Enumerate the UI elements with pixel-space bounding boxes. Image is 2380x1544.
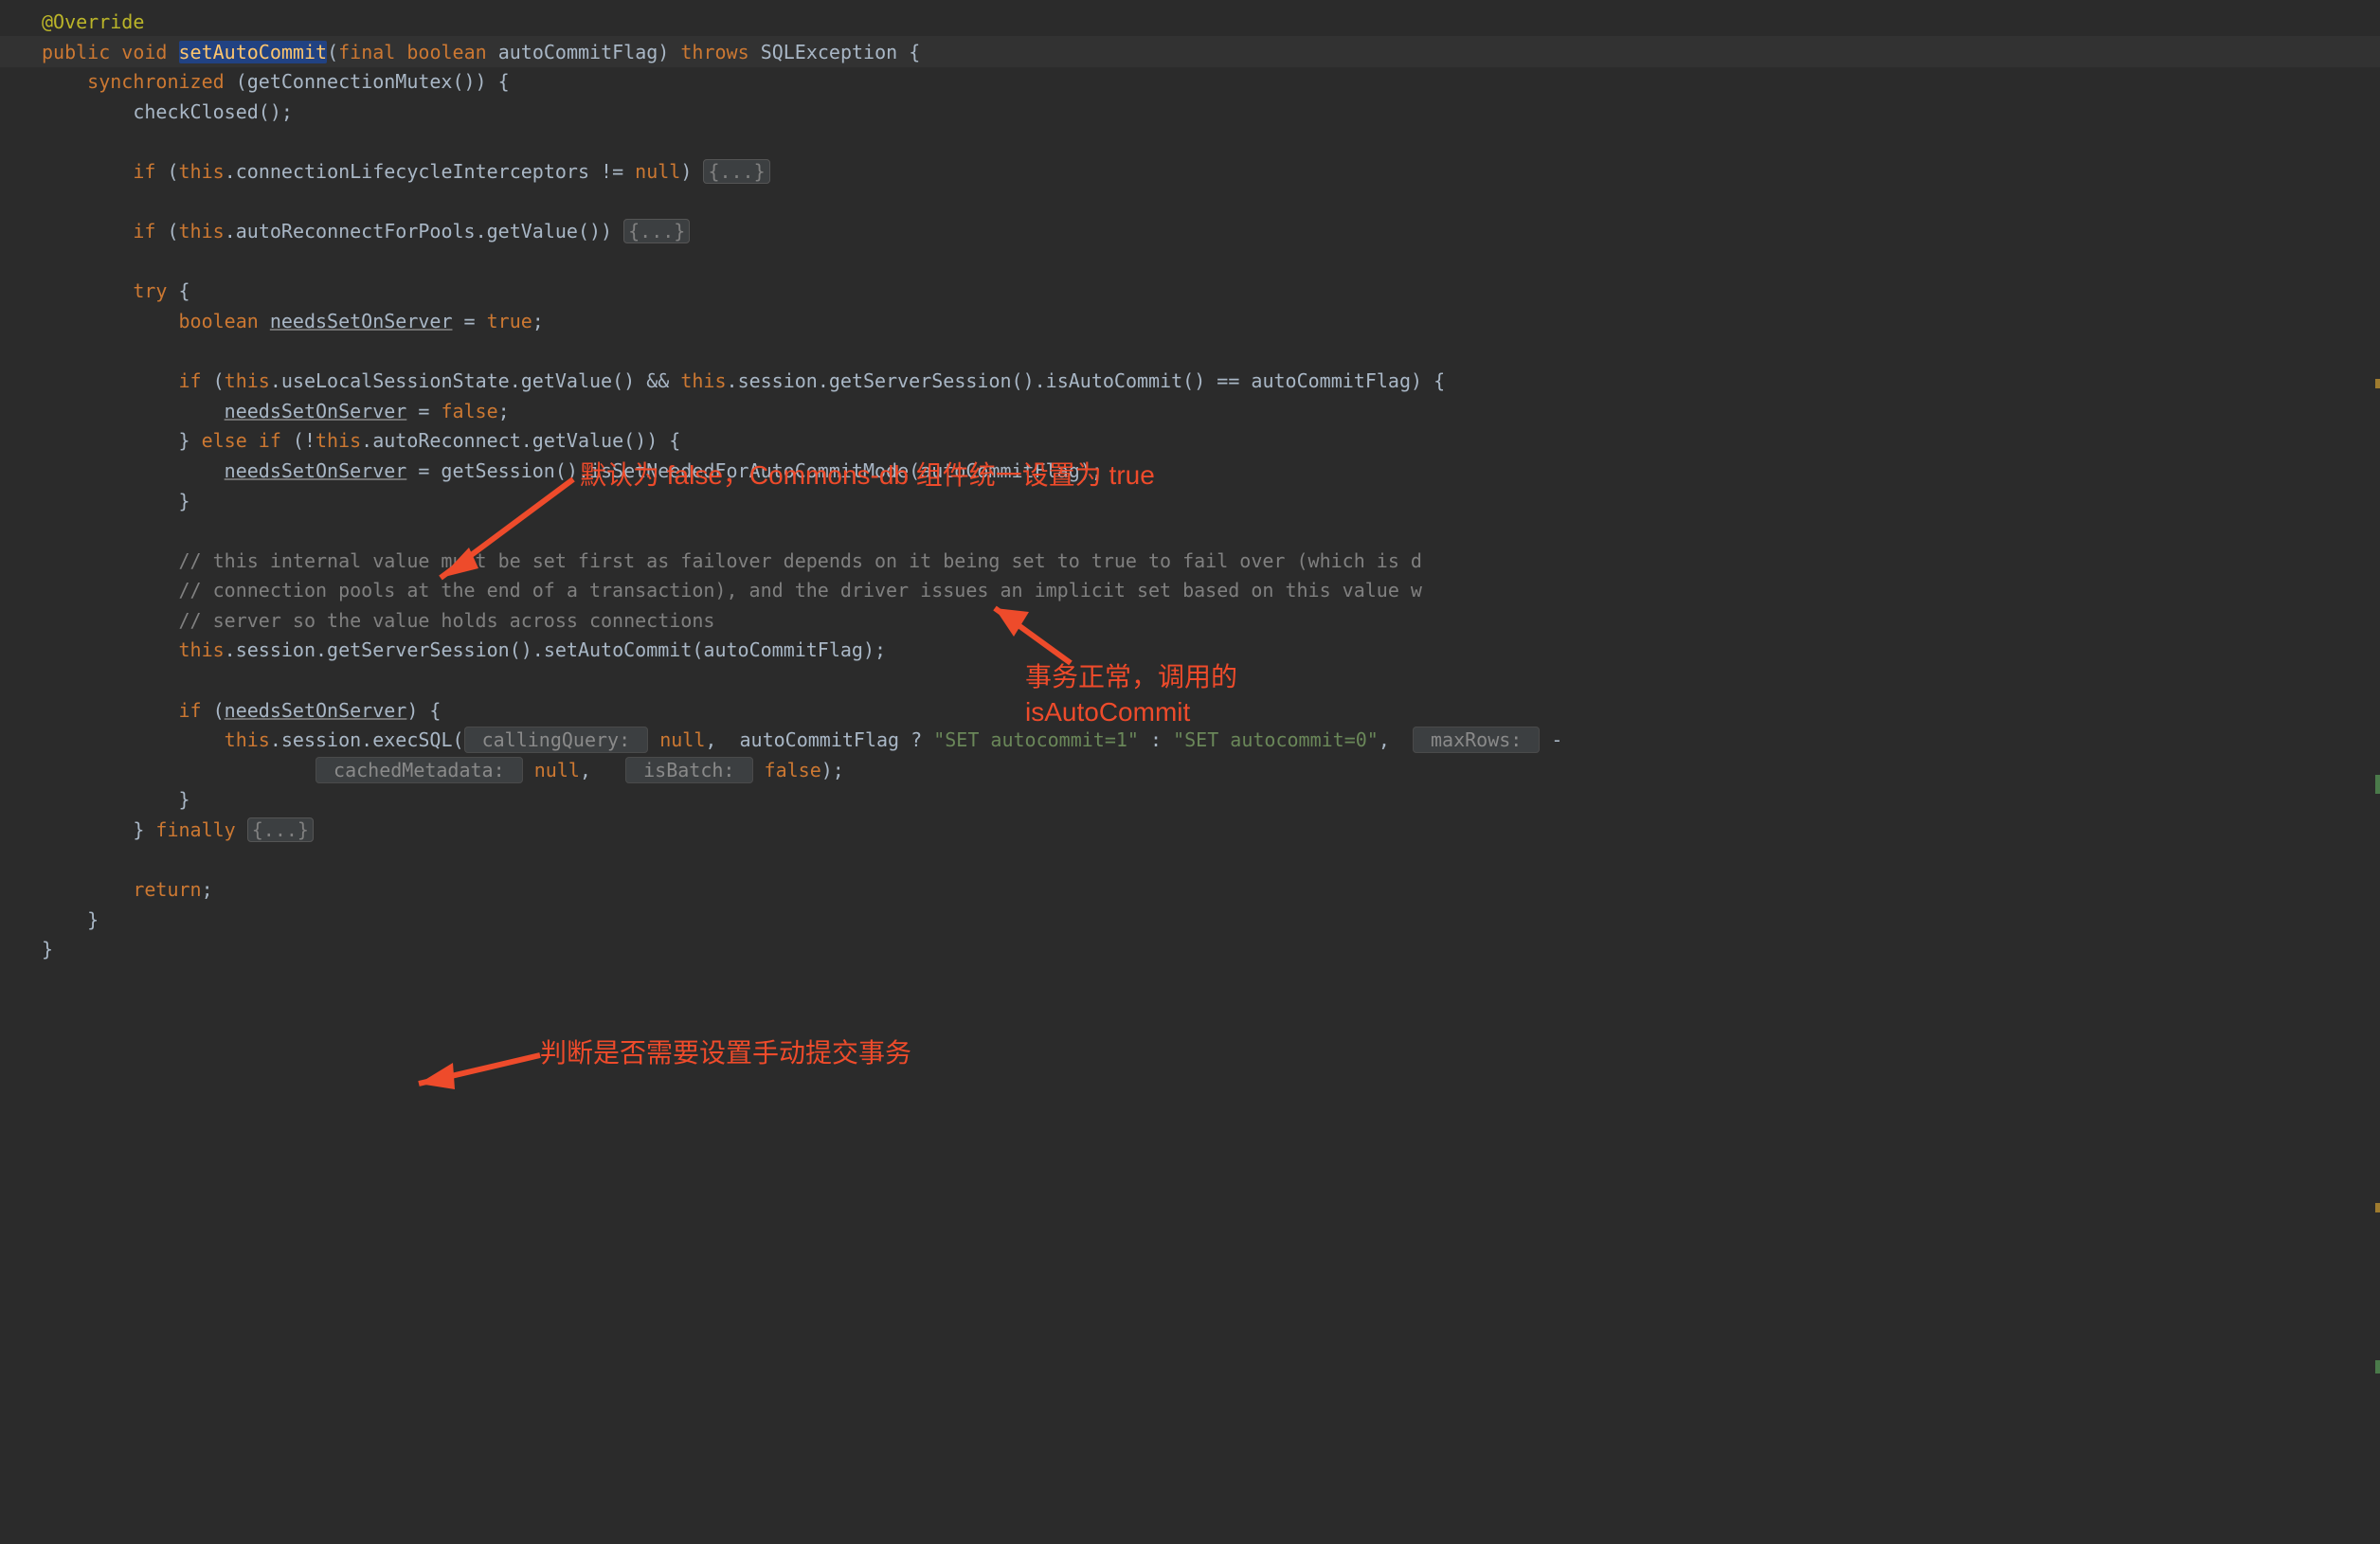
gutter-mark-ok[interactable] bbox=[2375, 1360, 2380, 1373]
comment: // this internal value must be set first… bbox=[42, 549, 1422, 572]
scrollbar-gutter[interactable] bbox=[2371, 0, 2380, 1544]
arrow-icon bbox=[422, 474, 602, 597]
gutter-mark-warning[interactable] bbox=[2375, 379, 2380, 388]
kw-synchronized: synchronized bbox=[42, 70, 225, 93]
code-editor[interactable]: @Override public void setAutoCommit(fina… bbox=[0, 0, 2380, 1544]
fold-region[interactable]: {...} bbox=[247, 817, 314, 842]
comment: // server so the value holds across conn… bbox=[42, 609, 714, 632]
annotation-label-isautocommit-2: isAutoCommit bbox=[1025, 691, 1190, 732]
annotation-label-check-manual-commit: 判断是否需要设置手动提交事务 bbox=[540, 1032, 911, 1073]
gutter-mark-warning[interactable] bbox=[2375, 1203, 2380, 1212]
annotation-label-default-false: 默认为 false，Commons-db 组件统一设置为 true bbox=[580, 455, 1155, 495]
comment: // connection pools at the end of a tran… bbox=[42, 579, 1422, 601]
inlay-hint: isBatch: bbox=[625, 757, 752, 783]
kw-public: public bbox=[42, 41, 110, 63]
annotation-override: @Override bbox=[42, 10, 144, 33]
gutter-mark-ok[interactable] bbox=[2375, 775, 2380, 794]
inlay-hint: maxRows: bbox=[1413, 727, 1540, 753]
method-name[interactable]: setAutoCommit bbox=[179, 41, 328, 63]
inlay-hint: callingQuery: bbox=[464, 727, 649, 753]
arrow-icon bbox=[407, 1042, 559, 1099]
fold-region[interactable]: {...} bbox=[703, 159, 769, 184]
kw-void: void bbox=[121, 41, 167, 63]
fold-region[interactable]: {...} bbox=[623, 219, 690, 243]
inlay-hint: cachedMetadata: bbox=[316, 757, 523, 783]
